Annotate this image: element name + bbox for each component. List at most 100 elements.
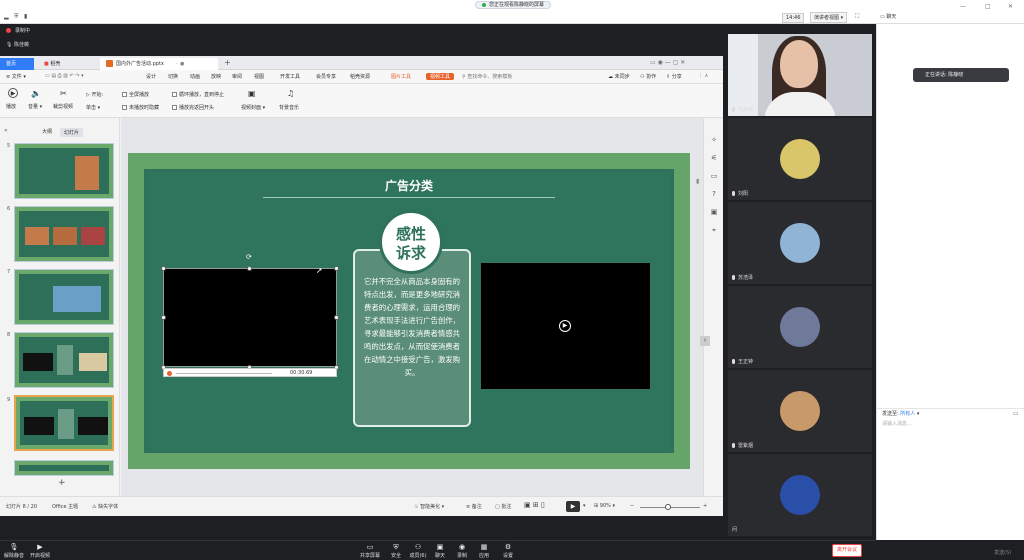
menu-review[interactable]: 审阅 <box>232 73 242 80</box>
scrollbar[interactable]: ▮ <box>696 178 699 185</box>
slide-thumbnail[interactable] <box>14 460 114 476</box>
share-button[interactable]: ⇪ 分享 <box>666 73 682 80</box>
slide-thumbnail[interactable] <box>14 332 114 388</box>
collapse-panel-icon[interactable]: › <box>700 336 710 346</box>
record-button[interactable]: ◉ 录制 <box>450 543 474 559</box>
cover-icon[interactable]: ▣ <box>248 89 256 98</box>
command-search[interactable]: ⚲ 查找命令、搜索模板 <box>462 73 512 80</box>
menu-file[interactable]: ≡ 文件 ▾ <box>6 73 26 80</box>
close-window-button[interactable]: ✕ <box>1008 3 1013 10</box>
resize-handle[interactable] <box>161 315 166 320</box>
quick-access-icons[interactable]: ▭ ▤ ⎙ ▥ ↶ ↷ ▾ <box>45 73 84 79</box>
slide-editing-canvas[interactable]: 广告分类 它并不完全从商品本身固有的特点出发，而是更多地研究消费者的心理需求，运… <box>121 118 703 496</box>
music-icon[interactable]: ♫ <box>287 89 294 98</box>
category-badge[interactable]: 感性 诉求 <box>379 210 443 274</box>
resize-handle[interactable] <box>161 266 166 271</box>
settings-sliders-icon[interactable]: ⚟ <box>709 154 719 164</box>
mute-button[interactable]: 🎙 解除静音 <box>2 543 26 559</box>
play-button-label[interactable]: 播放 <box>6 103 16 110</box>
tab-presentation-file[interactable]: 国内外广告活动.pptx ◦ ● <box>100 58 218 70</box>
play-circle-icon[interactable]: ▶ <box>559 320 571 332</box>
zoom-out-button[interactable]: − <box>630 503 634 509</box>
tab-home[interactable]: 首页 <box>0 58 34 70</box>
rotate-handle-icon[interactable]: ⟳ <box>246 253 252 261</box>
menu-member[interactable]: 会员专享 <box>316 73 336 80</box>
volume-icon[interactable]: 🔈 <box>31 89 41 98</box>
menu-picture-tools[interactable]: 图片工具 <box>391 73 411 80</box>
apps-button[interactable]: ▦ 应用 <box>472 543 496 559</box>
video-object-selected[interactable] <box>163 268 337 367</box>
hide-when-not-playing-checkbox[interactable]: 未播放时隐藏 <box>122 104 159 111</box>
menu-developer[interactable]: 开发工具 <box>280 73 300 80</box>
video-progress-track[interactable] <box>176 373 272 374</box>
video-button[interactable]: ▶ 开启视频 <box>28 543 52 559</box>
members-button[interactable]: ⚇ 成员(6) <box>406 543 430 559</box>
slide-thumbnail[interactable] <box>14 143 114 199</box>
play-icon[interactable]: ▶ <box>8 88 18 98</box>
share-screen-button[interactable]: ▭ 共享屏幕 <box>358 543 382 559</box>
current-slide[interactable]: 广告分类 它并不完全从商品本身固有的特点出发，而是更多地研究消费者的心理需求，运… <box>128 153 690 469</box>
slide-thumbnail[interactable] <box>14 269 114 325</box>
new-tab-button[interactable]: + <box>224 58 231 67</box>
menu-animation[interactable]: 动画 <box>190 73 200 80</box>
zoom-level[interactable]: ⊞ 90% ▾ <box>594 503 615 509</box>
zoom-in-button[interactable]: + <box>703 503 707 509</box>
send-to-select[interactable]: 发送至: 所有人 ▾ <box>882 410 919 417</box>
menu-transition[interactable]: 切换 <box>168 73 178 80</box>
chat-toggle-button[interactable]: ▭ 聊天 <box>880 13 896 20</box>
video-object[interactable]: ▶ <box>481 263 650 389</box>
pin-icon[interactable]: ✧ <box>709 136 719 146</box>
trim-icon[interactable]: ✂ <box>60 89 67 98</box>
tab-outline[interactable]: 大纲 <box>42 128 52 135</box>
help-icon[interactable]: ? <box>709 190 719 200</box>
chat-input[interactable]: 请输入消息... <box>882 420 912 427</box>
slide-thumbnail-selected[interactable] <box>14 395 114 451</box>
slide-title[interactable]: 广告分类 <box>128 177 690 194</box>
slideshow-options[interactable]: ▾ <box>583 503 586 509</box>
background-music-button[interactable]: 背景音乐 <box>279 104 299 111</box>
fullscreen-checkbox[interactable]: 全屏播放 <box>122 91 149 98</box>
volume-button[interactable]: 音量 ▾ <box>28 103 42 110</box>
file-icon[interactable]: ▭ <box>1013 410 1019 417</box>
maximize-window-button[interactable]: □ <box>985 3 991 10</box>
participant-tile[interactable]: 雷紫烟 <box>728 370 872 452</box>
loop-checkbox[interactable]: 循环播放，直到停止 <box>172 91 224 98</box>
security-button[interactable]: ⛨ 安全 <box>384 543 408 559</box>
tab-slides[interactable]: 幻灯片 <box>60 128 84 137</box>
tab-close-icon[interactable]: ◦ ● <box>175 61 184 67</box>
participant-tile[interactable]: 王正钟 <box>728 286 872 368</box>
folder-icon[interactable]: ▭ <box>709 172 719 182</box>
resize-handle[interactable] <box>334 315 339 320</box>
comments-button[interactable]: ▢ 批注 <box>495 503 511 510</box>
tab-docer[interactable]: ■ 稻壳 <box>38 58 98 70</box>
menu-design[interactable]: 设计 <box>146 73 156 80</box>
chat-button[interactable]: ▣ 聊天 <box>428 543 452 559</box>
view-mode-icons[interactable]: ▣ ⊞ ▯ <box>524 501 545 509</box>
sync-status[interactable]: ☁ 未同步 <box>608 73 630 80</box>
minimize-window-button[interactable]: — <box>960 3 966 10</box>
collaborate-button[interactable]: ⚇ 协作 <box>640 73 656 80</box>
menu-view[interactable]: 视图 <box>254 73 264 80</box>
fullscreen-icon[interactable]: ⛶ <box>855 13 859 21</box>
layout-button[interactable]: 演讲者视图 ▾ <box>810 12 848 23</box>
slideshow-play-button[interactable]: ▶ <box>566 501 580 512</box>
more-icon[interactable]: ⋮ ∧ <box>698 73 708 79</box>
resize-handle[interactable] <box>334 266 339 271</box>
location-icon[interactable]: ⌖ <box>709 226 719 236</box>
slide-body-text[interactable]: 它并不完全从商品本身固有的特点出发，而是更多地研究消费者的心理需求，运用合理的艺… <box>353 249 471 427</box>
send-button[interactable]: 发送(S) <box>994 549 1011 556</box>
add-slide-button[interactable]: + <box>58 478 66 488</box>
leave-meeting-button[interactable]: 离开会议 <box>832 544 862 557</box>
menu-slideshow[interactable]: 放映 <box>211 73 221 80</box>
minimize-icon[interactable]: ▂ <box>4 13 9 20</box>
start-mode-select[interactable]: 单击 ▾ <box>86 104 100 111</box>
resize-handle[interactable] <box>247 266 252 271</box>
smart-beautify-button[interactable]: ♧ 智能美化 ▾ <box>414 503 444 510</box>
rewind-checkbox[interactable]: 播放完返回开头 <box>172 104 214 111</box>
zoom-slider-knob[interactable] <box>665 504 671 510</box>
image-icon[interactable]: ▣ <box>709 208 719 218</box>
window-controls[interactable]: ▭ ◉ — ▢ ✕ <box>650 59 685 66</box>
participant-tile[interactable]: 苏浩泽 <box>728 202 872 284</box>
trim-video-button[interactable]: 裁剪视频 <box>53 103 73 110</box>
menu-docer-resources[interactable]: 稻壳资源 <box>350 73 370 80</box>
